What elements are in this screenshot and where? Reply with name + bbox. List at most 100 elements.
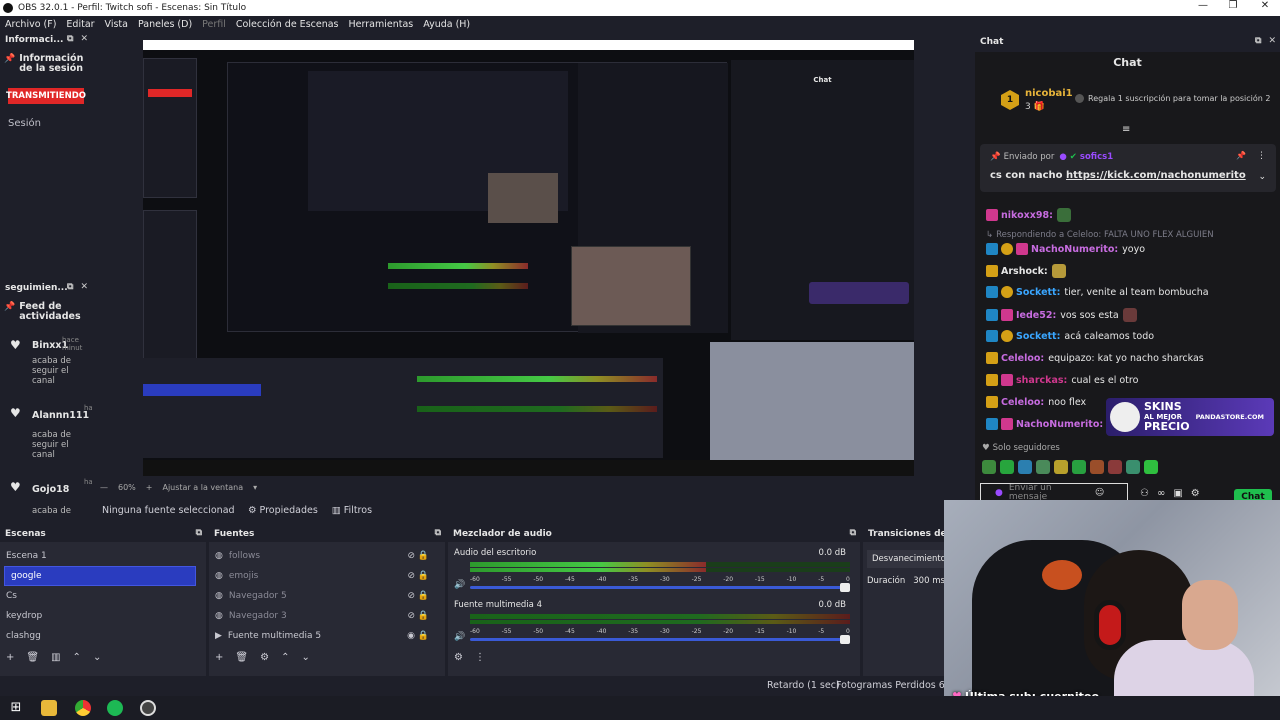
arrow-down-icon[interactable]: ⌄	[93, 652, 101, 663]
filters-button[interactable]: ▥ Filtros	[332, 505, 372, 516]
menu-tools[interactable]: Herramientas	[349, 19, 414, 30]
chat-username[interactable]: Celeloo:	[1001, 397, 1044, 408]
lock-icon[interactable]: 🔒	[418, 611, 429, 621]
emote-icon[interactable]	[1072, 460, 1086, 474]
minimize-button[interactable]: —	[1188, 0, 1218, 11]
menu-help[interactable]: Ayuda (H)	[423, 19, 470, 30]
chat-username[interactable]: NachoNumerito:	[1031, 244, 1118, 255]
float-icon[interactable]: ⧉	[850, 528, 856, 538]
menu-icon[interactable]: ≡	[1122, 124, 1130, 135]
volume-slider-handle[interactable]	[840, 583, 850, 592]
source-item[interactable]: ◍ Navegador 3 ⊘ 🔒	[209, 606, 445, 626]
menu-view[interactable]: Vista	[105, 19, 128, 30]
scene-item[interactable]: clashgg	[0, 626, 206, 646]
float-icon[interactable]: ⧉	[435, 528, 441, 538]
menu-file[interactable]: Archivo (F)	[5, 19, 56, 30]
chat-username[interactable]: Iede52:	[1016, 310, 1056, 321]
more-icon[interactable]: ⋮	[475, 652, 485, 663]
eye-hidden-icon[interactable]: ⊘	[407, 571, 415, 581]
source-item[interactable]: ◍ Navegador 5 ⊘ 🔒	[209, 586, 445, 606]
gear-icon[interactable]: ⚙	[454, 652, 463, 663]
fit-window-label[interactable]: Ajustar a la ventana	[162, 483, 243, 492]
gift-box-icon[interactable]: ▣	[1173, 488, 1182, 499]
add-icon[interactable]: +	[6, 652, 14, 663]
pinned-user[interactable]: sofics1	[1080, 152, 1113, 162]
emoji-icon[interactable]: ☺	[1095, 488, 1104, 498]
file-explorer-icon[interactable]	[41, 700, 57, 716]
eye-icon[interactable]: ◉	[407, 631, 415, 641]
filter-icon[interactable]: ▥	[51, 652, 60, 663]
emote-icon[interactable]	[1054, 460, 1068, 474]
trash-icon[interactable]: 🗑	[26, 652, 39, 663]
chat-username[interactable]: Celeloo:	[1001, 353, 1044, 364]
duration-input[interactable]: 300 ms	[913, 576, 944, 586]
emote-icon[interactable]	[1108, 460, 1122, 474]
preview-canvas[interactable]: Chat	[143, 40, 914, 476]
add-icon[interactable]: +	[215, 652, 223, 663]
gifter-name[interactable]: nicobai1	[1025, 88, 1073, 99]
gift-cta[interactable]: Regala 1 suscripción para tomar la posic…	[1075, 94, 1275, 103]
lock-icon[interactable]: 🔒	[418, 591, 429, 601]
trash-icon[interactable]: 🗑	[235, 652, 248, 663]
source-item[interactable]: ◍ follows ⊘ 🔒	[209, 546, 445, 566]
emote-icon[interactable]	[1126, 460, 1140, 474]
close-icon[interactable]: ✕	[80, 282, 88, 292]
scene-item[interactable]: keydrop	[0, 606, 206, 626]
gear-icon[interactable]: ⚙	[260, 652, 269, 663]
float-icon[interactable]: ⧉	[1255, 36, 1261, 46]
lock-icon[interactable]: 🔒	[418, 551, 429, 561]
source-item[interactable]: ◍ emojis ⊘ 🔒	[209, 566, 445, 586]
menu-docks[interactable]: Paneles (D)	[138, 19, 192, 30]
chevron-down-icon[interactable]: ⌄	[1258, 172, 1266, 182]
menu-edit[interactable]: Editar	[66, 19, 94, 30]
close-icon[interactable]: ✕	[80, 34, 88, 44]
emote-icon[interactable]	[1090, 460, 1104, 474]
chat-username[interactable]: NachoNumerito:	[1016, 419, 1103, 430]
emote-icon[interactable]	[982, 460, 996, 474]
emote-icon[interactable]	[1036, 460, 1050, 474]
chat-username[interactable]: sharckas:	[1016, 375, 1067, 386]
close-icon[interactable]: ✕	[1268, 36, 1276, 46]
scene-item[interactable]: Cs	[0, 586, 206, 606]
arrow-down-icon[interactable]: ⌄	[301, 652, 309, 663]
eye-hidden-icon[interactable]: ⊘	[407, 591, 415, 601]
speaker-icon[interactable]: 🔊	[454, 632, 465, 642]
speaker-icon[interactable]: 🔊	[454, 580, 465, 590]
float-icon[interactable]: ⧉	[196, 528, 202, 538]
volume-slider[interactable]	[470, 586, 846, 589]
chat-username[interactable]: Sockett:	[1016, 331, 1060, 342]
pinned-link[interactable]: https://kick.com/nachonumerito	[1066, 170, 1246, 181]
menu-scene-collection[interactable]: Colección de Escenas	[236, 19, 339, 30]
emote-icon[interactable]	[1018, 460, 1032, 474]
lock-icon[interactable]: 🔒	[418, 631, 429, 641]
pin-icon[interactable]: 📌	[1236, 151, 1246, 160]
zoom-out-button[interactable]: —	[100, 483, 108, 492]
link-icon[interactable]: ∞	[1157, 488, 1165, 499]
volume-slider-handle[interactable]	[840, 635, 850, 644]
eye-hidden-icon[interactable]: ⊘	[407, 551, 415, 561]
obs-taskbar-icon[interactable]	[140, 700, 156, 716]
emote-icon[interactable]	[1000, 460, 1014, 474]
chevron-down-icon[interactable]: ▾	[253, 483, 257, 492]
properties-button[interactable]: ⚙ Propiedades	[248, 505, 318, 516]
arrow-up-icon[interactable]: ⌃	[281, 652, 289, 663]
volume-slider[interactable]	[470, 638, 846, 641]
windows-start-icon[interactable]: ⊞	[8, 700, 24, 716]
float-icon[interactable]: ⧉	[67, 282, 73, 292]
menu-profile[interactable]: Perfil	[202, 19, 226, 30]
settings-icon[interactable]: ⚙	[1191, 488, 1200, 499]
chat-username[interactable]: Arshock:	[1001, 266, 1048, 277]
lock-icon[interactable]: 🔒	[418, 571, 429, 581]
scene-item-selected[interactable]: google	[4, 566, 196, 586]
chat-username[interactable]: nikoxx98:	[1001, 210, 1053, 221]
restore-button[interactable]: ❐	[1218, 0, 1248, 11]
close-button[interactable]: ✕	[1250, 0, 1280, 11]
chat-username[interactable]: Sockett:	[1016, 287, 1060, 298]
transition-select[interactable]: Desvanecimiento	[867, 550, 944, 568]
emote-icon[interactable]	[1144, 460, 1158, 474]
arrow-up-icon[interactable]: ⌃	[73, 652, 81, 663]
more-icon[interactable]: ⋮	[1257, 151, 1266, 161]
users-icon[interactable]: ⚇	[1140, 488, 1149, 499]
float-icon[interactable]: ⧉	[67, 34, 73, 44]
zoom-in-button[interactable]: +	[146, 483, 153, 492]
